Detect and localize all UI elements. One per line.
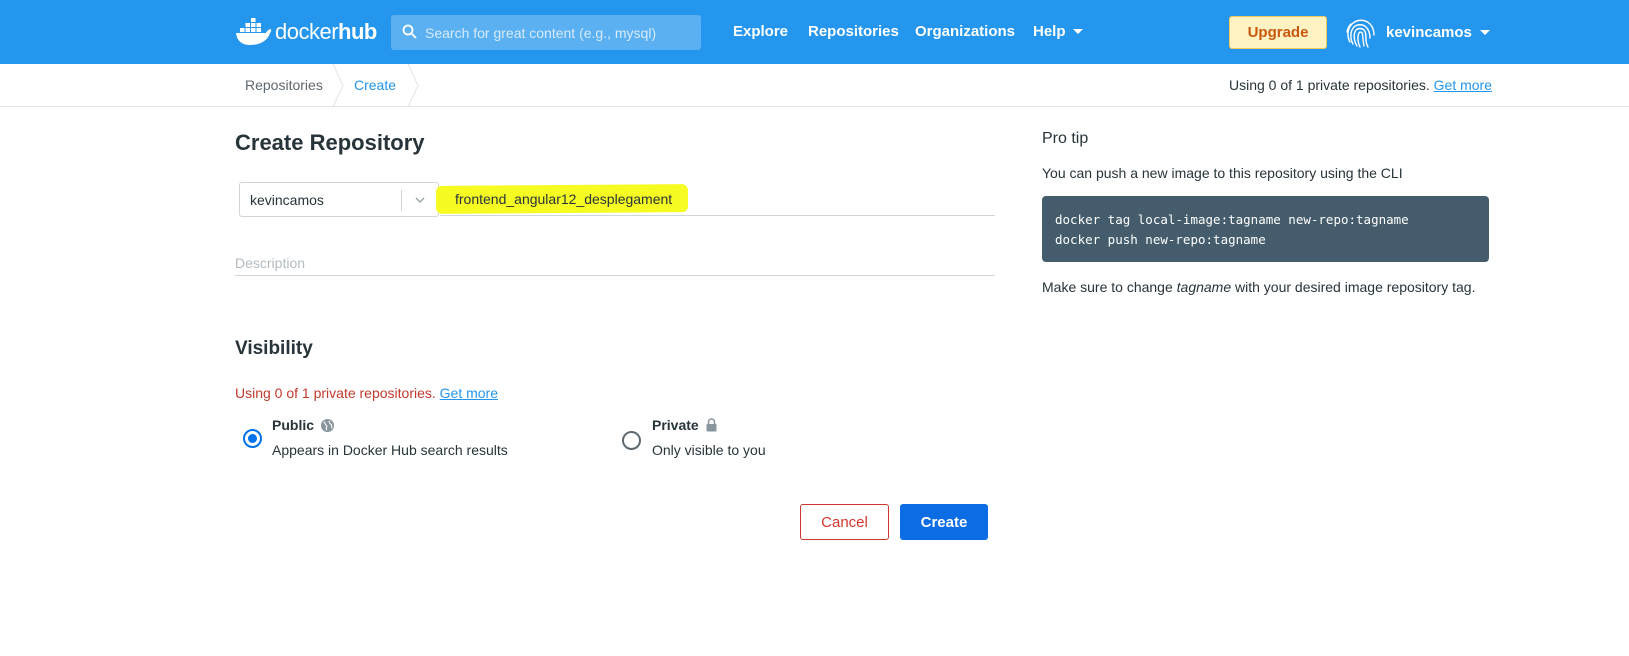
- docker-hub-logo[interactable]: dockerhub: [235, 17, 377, 47]
- private-label: Private: [652, 417, 699, 433]
- public-label: Public: [272, 417, 315, 433]
- breadcrumb-separator-icon: [407, 64, 419, 107]
- note-text: with your desired image repository tag.: [1231, 279, 1476, 295]
- visibility-usage-text: Using 0 of 1 private repositories.: [235, 385, 436, 401]
- private-repo-usage-text: Using 0 of 1 private repositories.: [1228, 77, 1430, 93]
- public-option-title[interactable]: Public: [272, 417, 335, 433]
- nav-help-label: Help: [1033, 23, 1066, 40]
- nav-explore[interactable]: Explore: [733, 23, 788, 40]
- breadcrumb-separator-icon: [332, 64, 344, 107]
- logo-word-hub: hub: [338, 19, 377, 44]
- globe-icon: [320, 418, 335, 432]
- logo-word-docker: docker: [275, 19, 339, 44]
- namespace-select[interactable]: kevincamos: [239, 182, 439, 217]
- namespace-value: kevincamos: [250, 192, 324, 208]
- cancel-button[interactable]: Cancel: [800, 504, 889, 540]
- lock-icon: [706, 418, 717, 432]
- private-option-description: Only visible to you: [652, 442, 766, 458]
- breadcrumb-repositories[interactable]: Repositories: [245, 77, 323, 93]
- logo-wordmark: dockerhub: [275, 19, 377, 45]
- cli-code-block: docker tag local-image:tagname new-repo:…: [1042, 196, 1489, 262]
- description-input[interactable]: [235, 250, 995, 276]
- search-icon: [402, 24, 417, 39]
- private-radio[interactable]: [622, 431, 641, 450]
- public-radio[interactable]: [243, 429, 262, 448]
- create-button[interactable]: Create: [900, 504, 988, 540]
- note-emphasis: tagname: [1176, 279, 1232, 295]
- username-label: kevincamos: [1386, 24, 1472, 41]
- search-box: [391, 15, 701, 50]
- upgrade-button[interactable]: Upgrade: [1229, 16, 1327, 49]
- fingerprint-avatar-icon[interactable]: [1343, 16, 1377, 50]
- user-menu[interactable]: kevincamos: [1386, 24, 1490, 41]
- visibility-usage-warning: Using 0 of 1 private repositories. Get m…: [235, 385, 498, 401]
- visibility-title: Visibility: [235, 338, 313, 359]
- nav-organizations[interactable]: Organizations: [915, 23, 1015, 40]
- select-divider: [401, 190, 402, 211]
- pro-tip-intro: You can push a new image to this reposit…: [1042, 165, 1403, 181]
- public-option-description: Appears in Docker Hub search results: [272, 442, 508, 458]
- caret-down-icon: [1072, 29, 1083, 34]
- note-text: Make sure to change: [1042, 279, 1177, 295]
- nav-repositories[interactable]: Repositories: [808, 23, 899, 40]
- code-line: docker push new-repo:tagname: [1055, 232, 1266, 247]
- caret-down-icon: [1479, 30, 1490, 35]
- get-more-link[interactable]: Get more: [440, 385, 498, 401]
- repository-name-value: frontend_angular12_desplegament: [455, 191, 673, 207]
- pro-tip-note: Make sure to change tagname with your de…: [1042, 277, 1482, 297]
- private-repo-usage: Using 0 of 1 private repositories. Get m…: [1229, 77, 1492, 93]
- page-title: Create Repository: [235, 130, 425, 155]
- search-input[interactable]: [425, 15, 695, 50]
- get-more-link[interactable]: Get more: [1434, 77, 1492, 93]
- breadcrumb-create[interactable]: Create: [354, 77, 396, 93]
- breadcrumb-bar: Repositories Create Using 0 of 1 private…: [0, 64, 1629, 107]
- nav-help[interactable]: Help: [1033, 23, 1083, 40]
- top-navigation-bar: dockerhub Explore Repositories Organizat…: [0, 0, 1629, 64]
- code-line: docker tag local-image:tagname new-repo:…: [1055, 212, 1409, 227]
- private-option-title[interactable]: Private: [652, 417, 718, 433]
- pro-tip-title: Pro tip: [1042, 130, 1089, 147]
- chevron-down-icon: [415, 197, 425, 203]
- docker-whale-icon: [236, 18, 272, 45]
